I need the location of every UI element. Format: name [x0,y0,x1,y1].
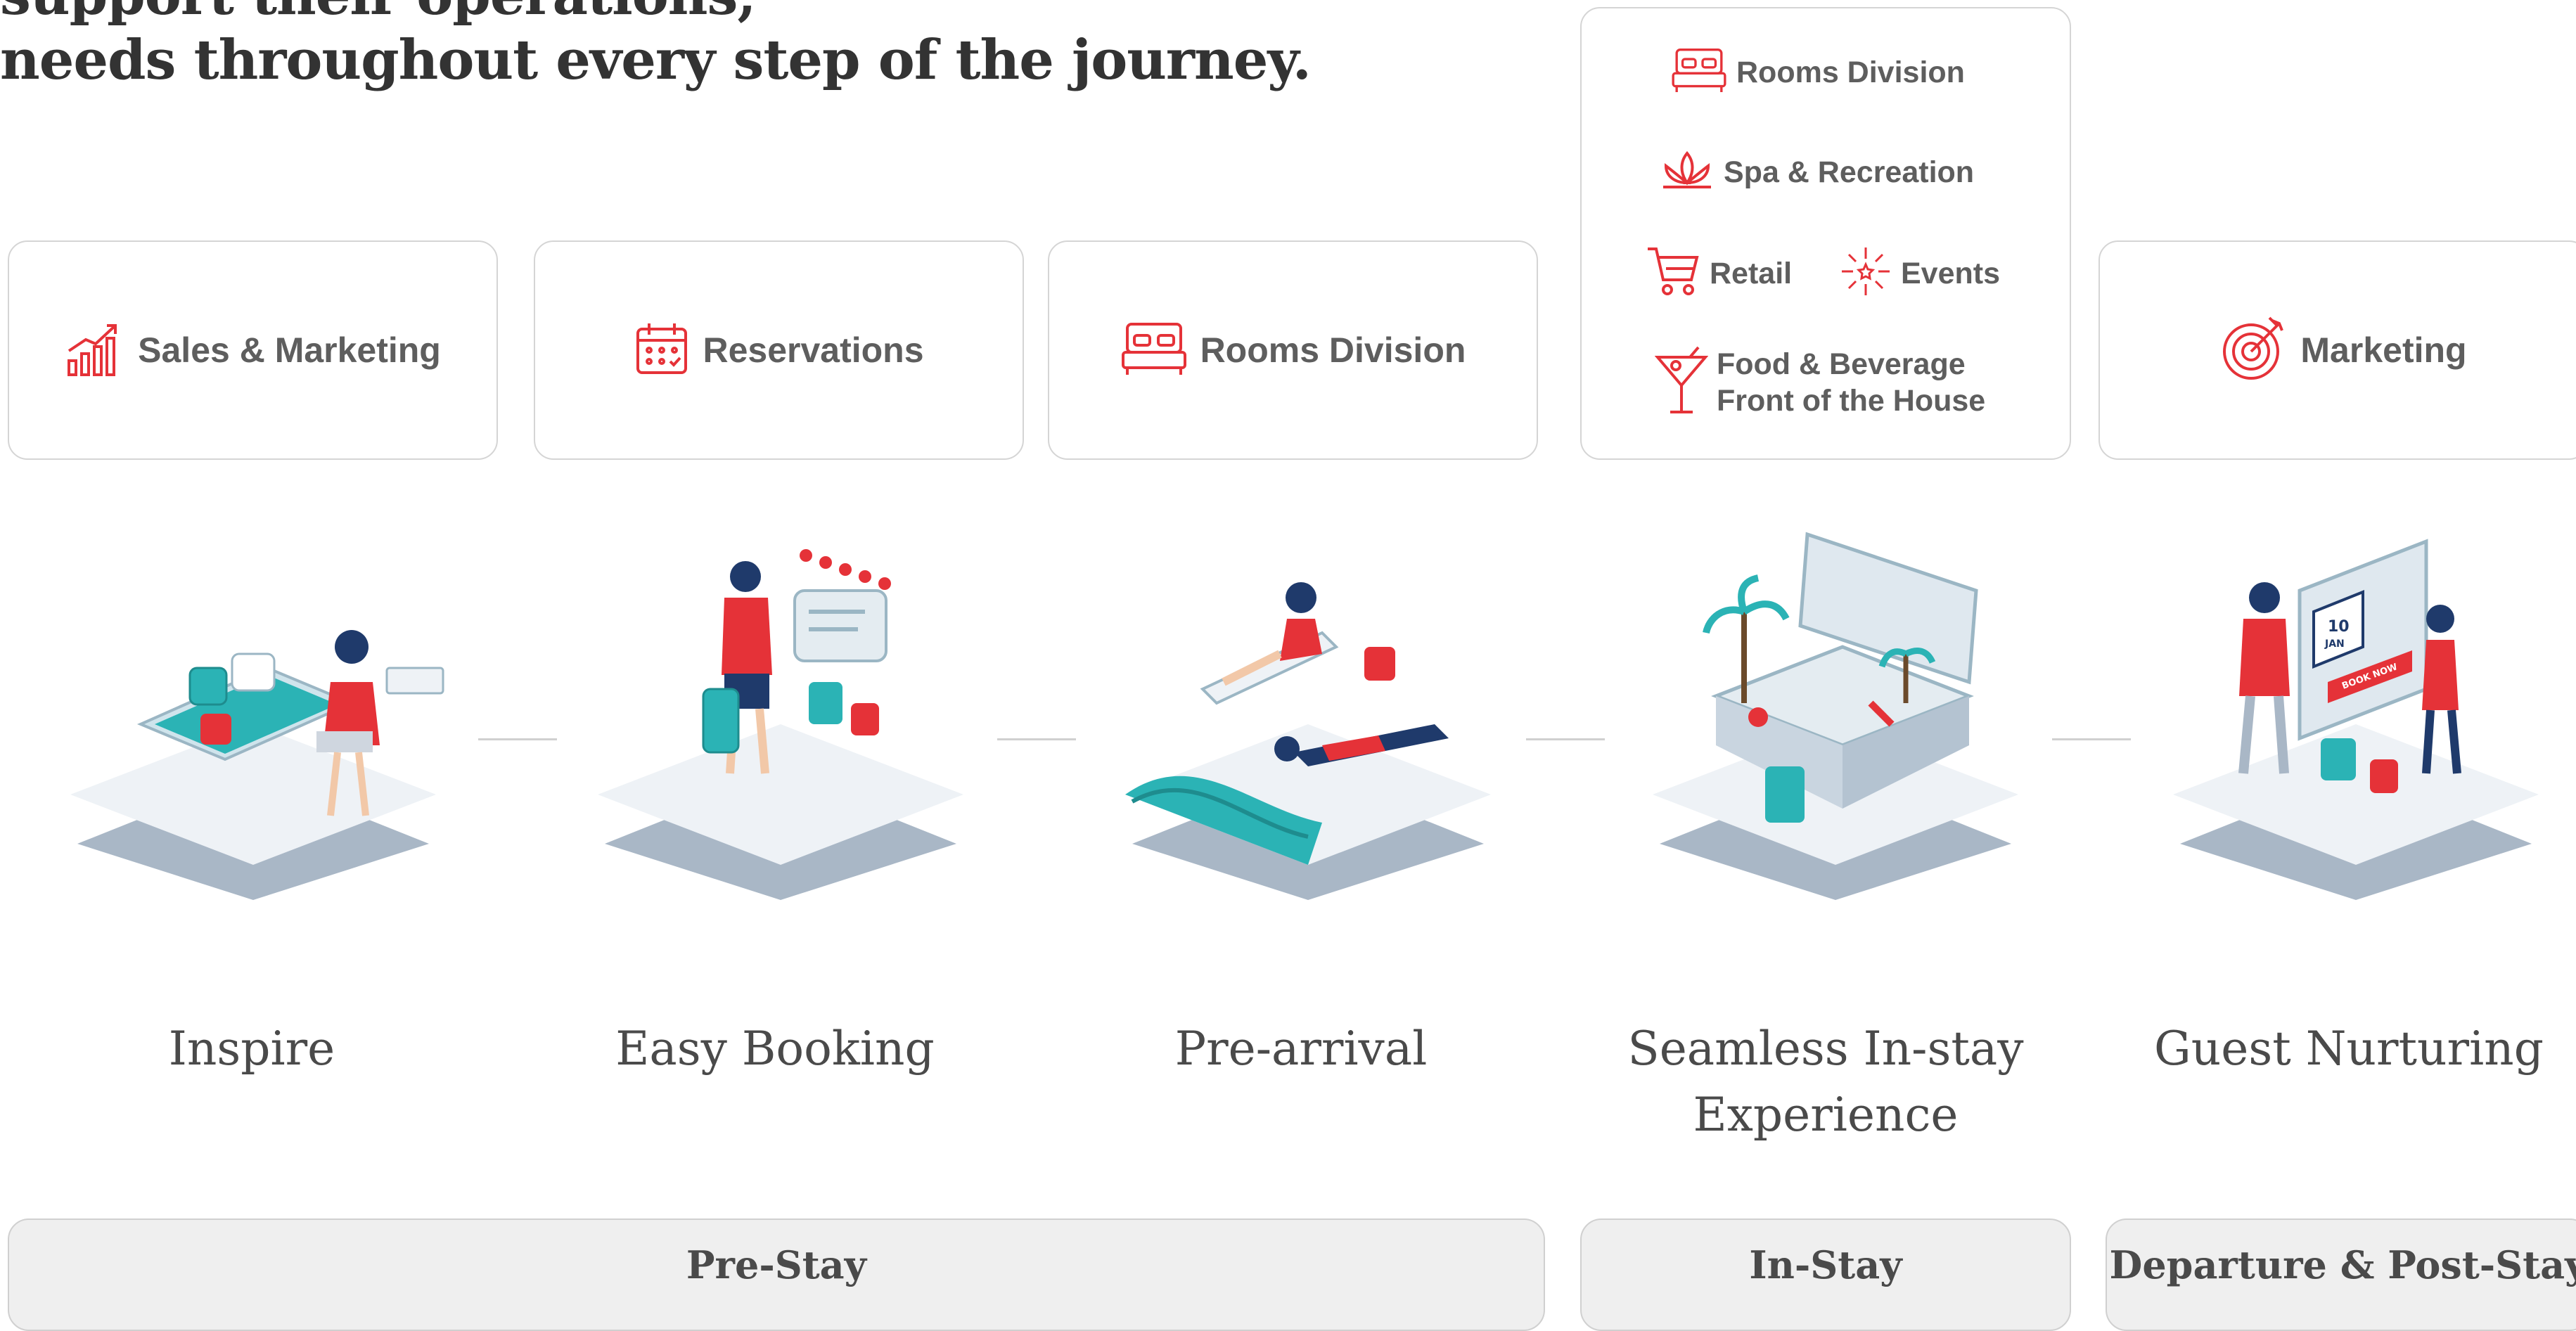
shopping-cart-icon [1645,245,1701,302]
reservations-label: Reservations [703,330,924,370]
stage-inspire: Inspire [168,1022,335,1076]
calendar-icon [634,321,690,380]
card-sales-marketing: Sales & Marketing [8,240,498,460]
instay-rooms-division: Rooms Division [1670,45,1965,99]
instay-retail: Retail [1645,245,1792,302]
bed-icon [1120,319,1188,382]
fireworks-icon [1839,245,1892,302]
card-marketing: Marketing [2098,240,2576,460]
stage-easy-booking: Easy Booking [615,1022,935,1076]
calendar-day: 10 [2328,618,2350,636]
card-rooms-division: Rooms Division [1048,240,1538,460]
phase-pre-stay: Pre-Stay [8,1219,1545,1331]
connector-line [478,738,557,740]
stage-pre-arrival: Pre-arrival [1174,1022,1428,1076]
card-instay-departments: Rooms Division Spa & Recreation Retail E… [1580,7,2071,460]
card-reservations: Reservations [534,240,1024,460]
instay-events: Events [1839,245,2000,302]
prearrival-illustration [1125,582,1491,900]
sales-marketing-label: Sales & Marketing [138,330,441,370]
lotus-icon [1659,149,1715,195]
bed-icon [1670,45,1728,99]
stage-guest-nurturing: Guest Nurturing [2154,1022,2544,1076]
target-icon [2220,315,2288,386]
growth-chart-icon [65,319,125,382]
marketing-label: Marketing [2300,330,2467,370]
booking-illustration [598,549,963,900]
instay-illustration [1653,532,2018,900]
connector-line [2052,738,2131,740]
instay-spa: Spa & Recreation [1659,149,1974,195]
rooms-division-label: Rooms Division [1200,330,1466,370]
inspire-illustration [70,630,444,900]
phase-in-stay: In-Stay [1580,1219,2071,1331]
calendar-month: JAN [2324,638,2345,650]
stage-seamless-instay: Seamless In-stay Experience [1627,1022,2024,1142]
connector-line [997,738,1076,740]
phase-departure-post-stay: Departure & Post-Stay [2106,1219,2576,1331]
cocktail-icon [1654,346,1709,420]
connector-line [1526,738,1605,740]
nurturing-illustration: 10 JAN BOOK NOW [2173,539,2539,900]
instay-food-beverage: Food & Beverage Front of the House [1654,346,1985,420]
heading-line: needs throughout every step of the journ… [0,28,1312,92]
heading-cropped-line: support their operations, [0,0,1547,27]
intro-heading: support their operations, needs througho… [0,0,1547,94]
